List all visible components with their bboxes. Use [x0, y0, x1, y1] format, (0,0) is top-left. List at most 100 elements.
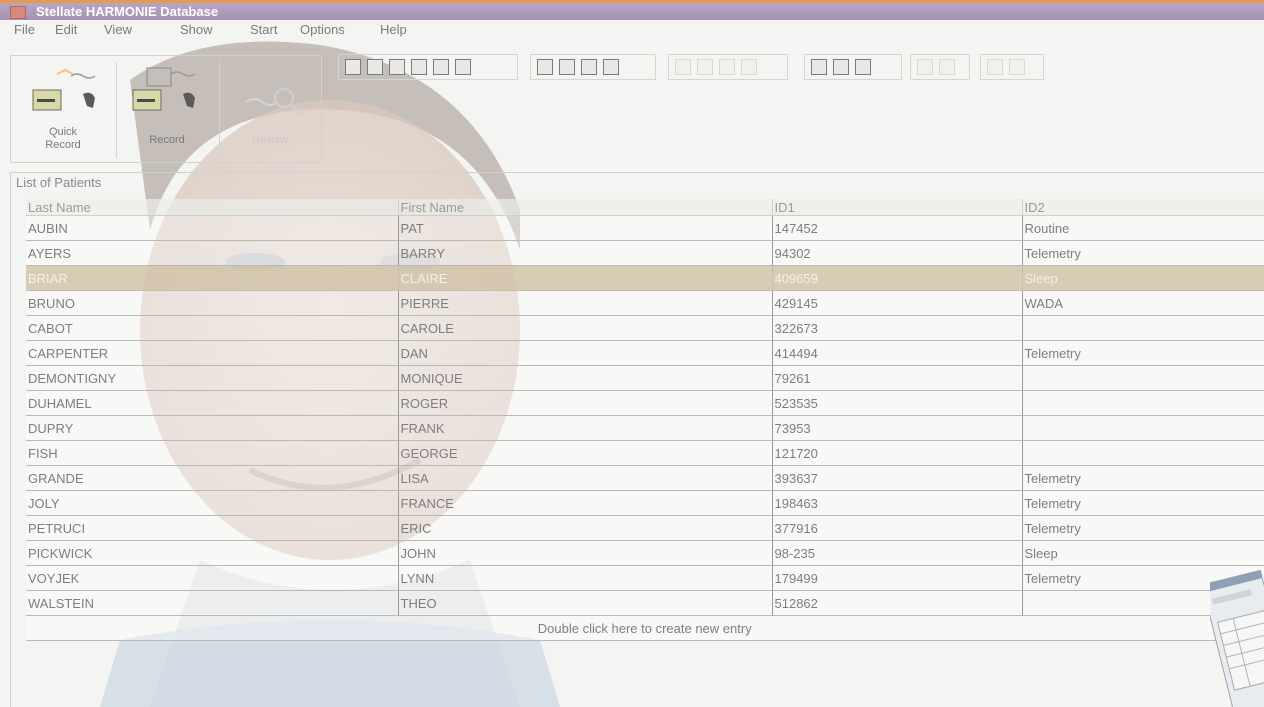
cell-id2 [1022, 365, 1264, 391]
menu-help[interactable]: Help [380, 20, 407, 40]
cell-last-name: AYERS [26, 240, 399, 266]
table-row[interactable]: BRUNO PIERRE 429145 WADA [26, 290, 1264, 316]
cell-last-name: BRUNO [26, 290, 399, 316]
new-entry-row[interactable]: Double click here to create new entry [26, 615, 1264, 641]
cell-id1: 414494 [772, 340, 1023, 366]
document-list-icon[interactable] [833, 59, 849, 75]
network-icon[interactable] [987, 59, 1003, 75]
table-row[interactable]: DEMONTIGNY MONIQUE 79261 [26, 365, 1264, 391]
table-row[interactable]: FISH GEORGE 121720 [26, 440, 1264, 466]
table-row[interactable]: DUPRY FRANK 73953 [26, 415, 1264, 441]
review-label: Review [251, 134, 289, 146]
table-row[interactable]: AUBIN PAT 147452 Routine [26, 215, 1264, 241]
patients-view-icon[interactable] [345, 59, 361, 75]
quick-record-button[interactable]: Quick Record [13, 56, 113, 162]
cell-first-name: CLAIRE [398, 265, 773, 291]
cell-first-name: PIERRE [398, 290, 773, 316]
title-bar: Stellate HARMONIE Database [0, 0, 1264, 20]
review-button[interactable]: Review [220, 56, 320, 162]
column-header-id2[interactable]: ID2 [1022, 199, 1264, 216]
cell-id1: 512862 [772, 590, 1023, 616]
cell-last-name: DEMONTIGNY [26, 365, 399, 391]
cell-first-name: MONIQUE [398, 365, 773, 391]
toolbar: Quick Record Record Review [0, 40, 1264, 172]
table-row[interactable]: DUHAMEL ROGER 523535 [26, 390, 1264, 416]
table-row[interactable]: CABOT CAROLE 322673 [26, 315, 1264, 341]
menu-start[interactable]: Start [250, 20, 277, 40]
globe-view-icon[interactable] [411, 59, 427, 75]
menu-bar: File Edit View Show Start Options Help [0, 20, 1264, 40]
import-icon[interactable] [917, 59, 933, 75]
cell-last-name: BRIAR [26, 265, 399, 291]
search-icon[interactable] [559, 59, 575, 75]
transfer-toolbar-group [910, 54, 970, 80]
cell-id2: Telemetry [1022, 240, 1264, 266]
recordings-view-icon[interactable] [367, 59, 383, 75]
table-row[interactable]: BRIAR CLAIRE 409659 Sleep [26, 265, 1264, 291]
column-header-id1[interactable]: ID1 [772, 199, 1023, 216]
cell-last-name: GRANDE [26, 465, 399, 491]
record-button[interactable]: Record [117, 56, 217, 162]
report-icon[interactable] [675, 59, 691, 75]
cell-id2 [1022, 390, 1264, 416]
panel-title: List of Patients [16, 175, 102, 190]
cell-first-name: FRANK [398, 415, 773, 441]
cell-first-name: LYNN [398, 565, 773, 591]
print-icon[interactable] [855, 59, 871, 75]
chart-icon[interactable] [697, 59, 713, 75]
edit-record-alt-icon[interactable] [603, 59, 619, 75]
menu-file[interactable]: File [14, 20, 35, 40]
cell-id1: 79261 [772, 365, 1023, 391]
table-row[interactable]: PICKWICK JOHN 98-235 Sleep [26, 540, 1264, 566]
table-row[interactable]: CARPENTER DAN 414494 Telemetry [26, 340, 1264, 366]
cell-id1: 429145 [772, 290, 1023, 316]
menu-options[interactable]: Options [300, 20, 345, 40]
table-row[interactable]: JOLY FRANCE 198463 Telemetry [26, 490, 1264, 516]
montage-view-icon[interactable] [389, 59, 405, 75]
quick-record-label: Quick Record [45, 126, 81, 151]
table-row[interactable]: GRANDE LISA 393637 Telemetry [26, 465, 1264, 491]
cell-id1: 198463 [772, 490, 1023, 516]
cell-first-name: CAROLE [398, 315, 773, 341]
table-row[interactable]: VOYJEK LYNN 179499 Telemetry [26, 565, 1264, 591]
cell-id1: 377916 [772, 515, 1023, 541]
cell-last-name: VOYJEK [26, 565, 399, 591]
cell-id1: 121720 [772, 440, 1023, 466]
app-icon [10, 6, 26, 19]
cell-last-name: PICKWICK [26, 540, 399, 566]
export-icon[interactable] [939, 59, 955, 75]
cell-last-name: CARPENTER [26, 340, 399, 366]
column-header-last-name[interactable]: Last Name [26, 199, 399, 216]
cell-first-name: FRANCE [398, 490, 773, 516]
folder-view-icon[interactable] [433, 59, 449, 75]
record-icon [132, 67, 196, 111]
cell-id2 [1022, 415, 1264, 441]
cell-id1: 147452 [772, 215, 1023, 241]
cell-id2: Telemetry [1022, 490, 1264, 516]
cell-id1: 94302 [772, 240, 1023, 266]
table-header-row: Last Name First Name ID1 ID2 [26, 199, 1264, 216]
cell-first-name: GEORGE [398, 440, 773, 466]
table-row[interactable]: PETRUCI ERIC 377916 Telemetry [26, 515, 1264, 541]
table-icon[interactable] [741, 59, 757, 75]
table-row[interactable]: AYERS BARRY 94302 Telemetry [26, 240, 1264, 266]
table-row[interactable]: WALSTEIN THEO 512862 [26, 590, 1264, 616]
sync-icon[interactable] [1009, 59, 1025, 75]
menu-view[interactable]: View [104, 20, 132, 40]
edit-toolbar-group [530, 54, 656, 80]
curve-icon[interactable] [719, 59, 735, 75]
cell-first-name: LISA [398, 465, 773, 491]
review-icon [245, 88, 302, 116]
cell-last-name: FISH [26, 440, 399, 466]
cell-last-name: CABOT [26, 315, 399, 341]
document-toolbar-group [804, 54, 902, 80]
cell-id1: 73953 [772, 415, 1023, 441]
new-record-icon[interactable] [537, 59, 553, 75]
column-header-first-name[interactable]: First Name [398, 199, 773, 216]
menu-show[interactable]: Show [180, 20, 213, 40]
display-view-icon[interactable] [455, 59, 471, 75]
document-icon[interactable] [811, 59, 827, 75]
menu-edit[interactable]: Edit [55, 20, 77, 40]
edit-record-icon[interactable] [581, 59, 597, 75]
cell-last-name: JOLY [26, 490, 399, 516]
